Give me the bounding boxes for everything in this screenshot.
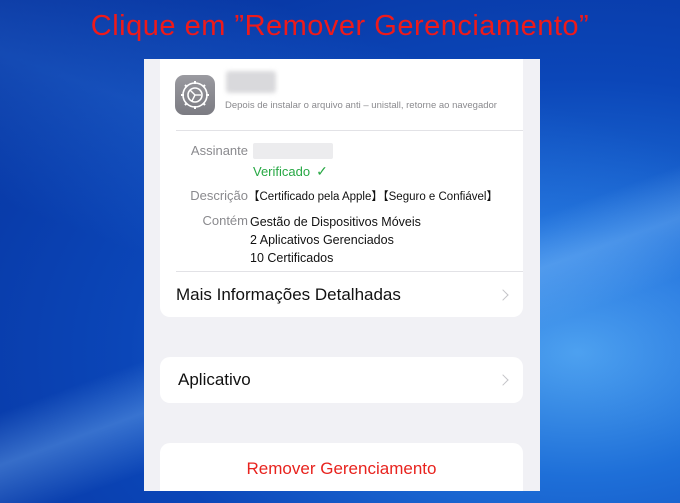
instruction-headline: Clique em ”Remover Gerenciamento” [90,10,590,42]
contem-list: Gestão de Dispositivos Móveis 2 Aplicati… [250,213,421,267]
settings-gear-icon [175,75,215,115]
contem-item: 2 Aplicativos Gerenciados [250,233,394,247]
profile-name-redacted [226,71,276,93]
contem-item: Gestão de Dispositivos Móveis [250,215,421,229]
divider [176,130,523,131]
profile-subtitle: Depois de instalar o arquivo anti – unis… [225,100,497,111]
verified-status: Verificado ✓ [253,163,328,180]
divider [176,271,523,272]
contem-label: Contém [202,213,248,228]
signer-redacted [253,143,333,159]
descricao-label: Descrição [190,188,248,203]
verified-text: Verificado [253,164,311,179]
remove-management-button[interactable]: Remover Gerenciamento [160,443,523,491]
checkmark-icon: ✓ [316,163,328,179]
app-row-label: Aplicativo [178,370,251,389]
descricao-value: 【Certificado pela Apple】【Seguro e Confiá… [248,191,498,203]
device-screen: Depois de instalar o arquivo anti – unis… [144,59,540,491]
chevron-right-icon [497,374,509,386]
remove-management-label: Remover Gerenciamento [246,459,437,478]
more-info-row[interactable]: Mais Informações Detalhadas [176,285,401,305]
contem-item: 10 Certificados [250,251,334,265]
app-row-card[interactable]: Aplicativo [160,357,523,403]
profile-card: Depois de instalar o arquivo anti – unis… [160,59,523,317]
chevron-right-icon [497,289,509,301]
assinante-label: Assinante [190,143,248,158]
